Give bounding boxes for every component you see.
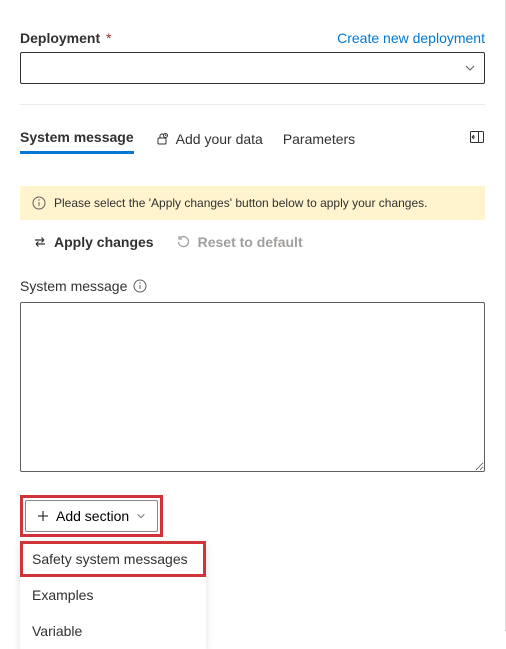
dropdown-item-variable[interactable]: Variable <box>20 613 206 649</box>
deployment-select[interactable] <box>20 52 485 84</box>
deployment-header: Deployment * Create new deployment <box>20 30 485 46</box>
deployment-label-group: Deployment * <box>20 30 111 46</box>
tab-label: System message <box>20 129 134 145</box>
tab-system-message[interactable]: System message <box>20 123 134 154</box>
apply-changes-label: Apply changes <box>54 234 154 250</box>
reset-icon <box>176 234 192 250</box>
tab-label: Add your data <box>176 131 263 147</box>
swap-icon <box>32 234 48 250</box>
apply-changes-button[interactable]: Apply changes <box>32 234 154 250</box>
tab-add-your-data[interactable]: Add your data <box>154 125 263 153</box>
reset-label: Reset to default <box>198 234 303 250</box>
add-section-label: Add section <box>56 508 129 524</box>
required-marker: * <box>106 30 111 46</box>
system-message-label-row: System message <box>20 278 485 294</box>
chevron-down-icon <box>464 62 476 74</box>
dropdown-item-examples[interactable]: Examples <box>20 577 206 613</box>
create-deployment-link[interactable]: Create new deployment <box>337 30 485 46</box>
tabs: System message Add your data Parameters <box>20 123 485 158</box>
add-section-wrapper: Add section Safety system messages Examp… <box>20 495 165 649</box>
reset-button: Reset to default <box>176 234 303 250</box>
add-section-dropdown: Safety system messages Examples Variable <box>20 541 206 649</box>
dropdown-item-label: Safety system messages <box>32 551 188 567</box>
dropdown-item-label: Examples <box>32 587 93 603</box>
panel-collapse-icon[interactable] <box>469 129 485 145</box>
tab-label: Parameters <box>283 131 355 147</box>
chevron-down-icon <box>135 510 147 522</box>
tab-parameters[interactable]: Parameters <box>283 125 355 153</box>
highlight-marker: Add section <box>20 495 163 537</box>
add-section-button[interactable]: Add section <box>25 500 158 532</box>
plus-icon <box>36 509 50 523</box>
lock-icon <box>154 131 170 147</box>
dropdown-item-label: Variable <box>32 623 82 639</box>
apply-changes-banner: Please select the 'Apply changes' button… <box>20 186 485 220</box>
divider <box>20 104 485 105</box>
setup-panel: Deployment * Create new deployment Syste… <box>0 0 506 631</box>
info-icon <box>32 196 46 210</box>
system-message-label: System message <box>20 278 127 294</box>
deployment-label: Deployment <box>20 30 100 46</box>
dropdown-item-safety[interactable]: Safety system messages <box>20 541 206 577</box>
system-message-textarea[interactable] <box>20 302 485 472</box>
actions-row: Apply changes Reset to default <box>20 234 485 250</box>
info-icon[interactable] <box>133 279 147 293</box>
banner-text: Please select the 'Apply changes' button… <box>54 196 428 210</box>
